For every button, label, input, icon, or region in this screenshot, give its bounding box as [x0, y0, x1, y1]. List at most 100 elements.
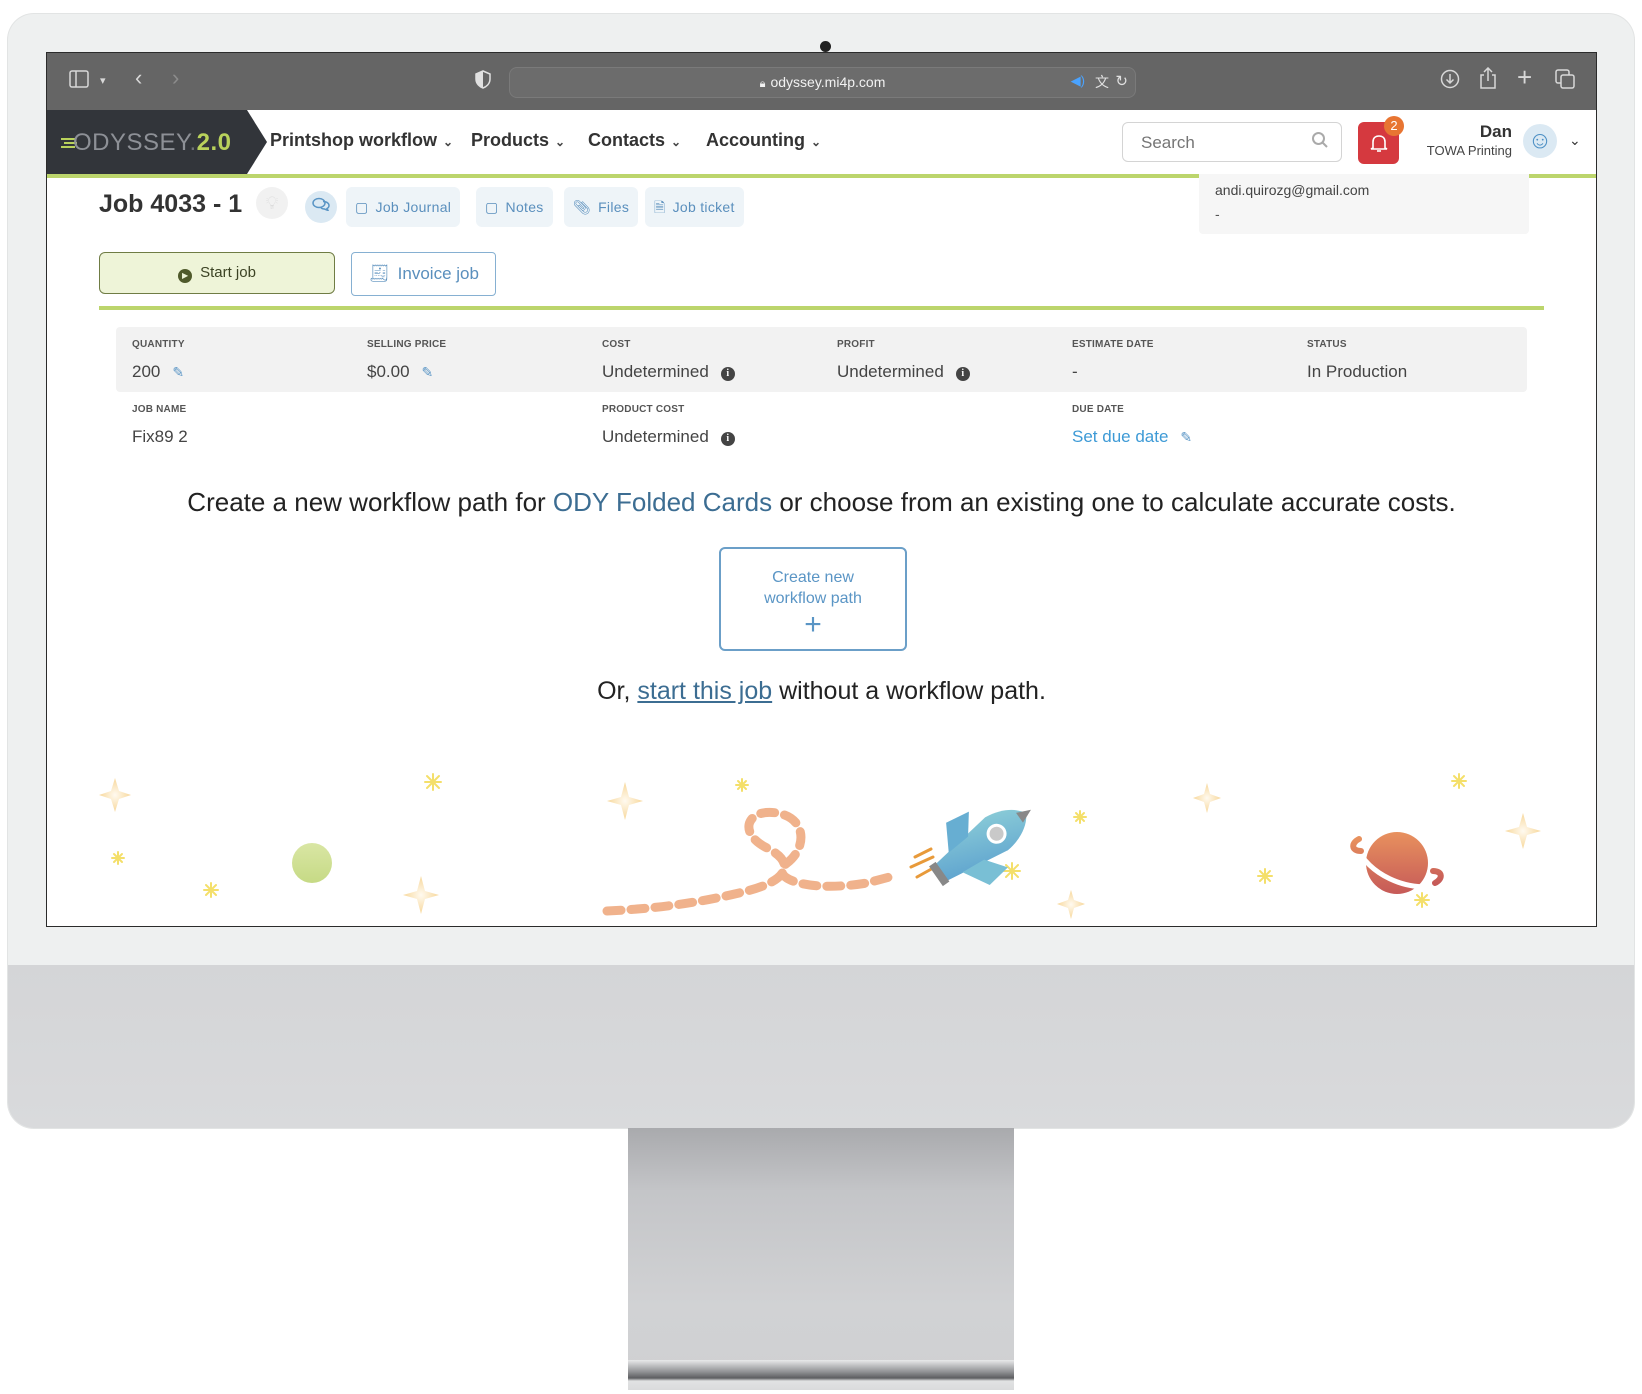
invoice-job-label: Invoice job: [397, 264, 479, 283]
headline-text: or choose from an existing one to calcul…: [772, 487, 1456, 517]
field-label: SELLING PRICE: [367, 339, 447, 350]
paperclip-icon: 📎︎: [573, 199, 592, 215]
tab-label: Notes: [505, 199, 544, 215]
field-selling-price: SELLING PRICE $0.00 ✎: [367, 339, 446, 382]
tab-label: Job ticket: [672, 199, 735, 215]
product-cost-value: Undetermined: [602, 427, 709, 446]
user-company: TOWA Printing: [1426, 143, 1512, 158]
pencil-icon[interactable]: ✎: [1180, 429, 1192, 445]
estimate-date-value: -: [1072, 362, 1078, 381]
invoice-icon: 🧾︎: [368, 264, 390, 283]
pencil-icon[interactable]: ✎: [422, 364, 434, 380]
nav-label: Products: [471, 130, 550, 150]
reload-icon[interactable]: ↻: [1115, 72, 1128, 90]
nav-label: Contacts: [588, 130, 666, 150]
chat-icon[interactable]: [305, 191, 337, 223]
headline-text: Create a new workflow path for: [187, 487, 553, 517]
moon-icon: [292, 843, 332, 883]
tab-label: Job Journal: [375, 199, 452, 215]
field-estimate-date: ESTIMATE DATE -: [1072, 339, 1154, 382]
quantity-value: 200: [132, 362, 161, 381]
search-icon[interactable]: [1311, 131, 1329, 154]
tab-files[interactable]: 📎︎ Files: [564, 187, 639, 227]
start-without-workflow-text: Or, start this job without a workflow pa…: [47, 677, 1596, 706]
monitor-chin: [8, 965, 1634, 1128]
nav-accounting[interactable]: Accounting ⌄: [706, 130, 821, 151]
field-job-name: JOB NAME Fix89 2: [132, 404, 188, 447]
speaker-icon[interactable]: ◀︎): [1071, 73, 1085, 89]
page-title: Job 4033 - 1: [99, 190, 243, 218]
monitor-stand: [628, 1128, 1014, 1382]
url-text: odyssey.mi4p.com: [770, 74, 886, 90]
camera-icon: [820, 41, 831, 52]
field-label: COST: [602, 339, 631, 350]
chevron-down-icon: ⌄: [671, 135, 682, 149]
start-job-label: Start job: [200, 264, 256, 281]
notes-icon: ▢: [485, 199, 499, 215]
lightbulb-icon[interactable]: 💡︎: [256, 187, 288, 219]
app-navbar: ODYSSEY.2.0 Printshop workflow ⌄ Products…: [47, 110, 1596, 178]
invoice-job-button[interactable]: 🧾︎ Invoice job: [351, 252, 496, 296]
monitor-stand-foot: [628, 1360, 1014, 1390]
start-job-button[interactable]: ▶ Start job: [99, 252, 335, 294]
chevron-down-icon: ⌄: [811, 135, 822, 149]
tab-job-ticket[interactable]: 🗎︎ Job ticket: [645, 187, 744, 227]
shield-icon[interactable]: [475, 70, 491, 93]
create-workflow-path-button[interactable]: Create new workflow path +: [719, 547, 907, 651]
tab-notes[interactable]: ▢ Notes: [476, 187, 553, 227]
field-label: STATUS: [1307, 339, 1347, 350]
field-status: STATUS In Production: [1307, 339, 1407, 382]
back-icon[interactable]: ‹: [135, 67, 142, 89]
status-value: In Production: [1307, 362, 1408, 381]
nav-label: Accounting: [706, 130, 805, 150]
selling-price-value: $0.00: [367, 362, 410, 381]
share-icon[interactable]: [1479, 66, 1497, 93]
create-label-line1: Create new: [772, 569, 854, 586]
info-icon[interactable]: i: [720, 367, 735, 381]
pencil-icon[interactable]: ✎: [172, 364, 184, 380]
chevron-down-icon[interactable]: ▾: [100, 71, 106, 91]
journal-icon: ▢: [355, 199, 369, 215]
cost-value: Undetermined: [602, 362, 709, 381]
nav-printshop-workflow[interactable]: Printshop workflow ⌄: [270, 130, 453, 151]
chevron-down-icon: ⌄: [443, 135, 454, 149]
rocket-icon: [929, 809, 1031, 887]
field-profit: PROFIT Undetermined i: [837, 339, 970, 382]
download-icon[interactable]: [1440, 69, 1460, 93]
contact-info-box: andi.quirozg@gmail.com -: [1199, 174, 1529, 234]
avatar[interactable]: ☺: [1523, 124, 1557, 158]
chevron-down-icon: ⌄: [555, 135, 566, 149]
nav-products[interactable]: Products ⌄: [471, 130, 565, 151]
contact-phone: -: [1215, 206, 1220, 222]
field-label: DUE DATE: [1072, 404, 1124, 415]
chevron-down-icon[interactable]: ⌄: [1569, 132, 1581, 149]
contact-email[interactable]: andi.quirozg@gmail.com: [1215, 182, 1369, 198]
forward-icon[interactable]: ›: [172, 67, 179, 89]
product-name-link[interactable]: ODY Folded Cards: [553, 487, 772, 517]
info-icon[interactable]: i: [955, 367, 970, 381]
field-label: QUANTITY: [132, 339, 185, 350]
sidebar-icon[interactable]: [69, 70, 89, 92]
new-tab-icon[interactable]: +: [1517, 64, 1532, 90]
play-icon: ▶: [178, 269, 193, 283]
workflow-headline: Create a new workflow path for ODY Folde…: [47, 487, 1596, 518]
space-illustration: [99, 773, 1541, 919]
user-name[interactable]: Dan: [1480, 122, 1512, 142]
set-due-date-link[interactable]: Set due date: [1072, 427, 1168, 446]
nav-label: Printshop workflow: [270, 130, 438, 150]
start-this-job-link[interactable]: start this job: [637, 677, 772, 705]
nav-contacts[interactable]: Contacts ⌄: [588, 130, 681, 151]
tab-job-journal[interactable]: ▢ Job Journal: [346, 187, 461, 227]
tab-label: Files: [598, 199, 630, 215]
tabs-icon[interactable]: [1555, 69, 1575, 93]
search-input[interactable]: [1139, 132, 1313, 154]
or-text: without a workflow path.: [772, 677, 1046, 705]
logo-name: ODYSSEY: [73, 129, 190, 156]
field-label: ESTIMATE DATE: [1072, 339, 1154, 350]
translate-icon[interactable]: 文: [1095, 72, 1109, 92]
logo[interactable]: ODYSSEY.2.0: [47, 110, 247, 174]
planet-icon: [1350, 832, 1444, 894]
address-bar[interactable]: 🔒︎ odyssey.mi4p.com ◀︎) 文 ↻: [509, 67, 1136, 98]
info-icon[interactable]: i: [720, 432, 735, 446]
divider: [99, 306, 1544, 310]
